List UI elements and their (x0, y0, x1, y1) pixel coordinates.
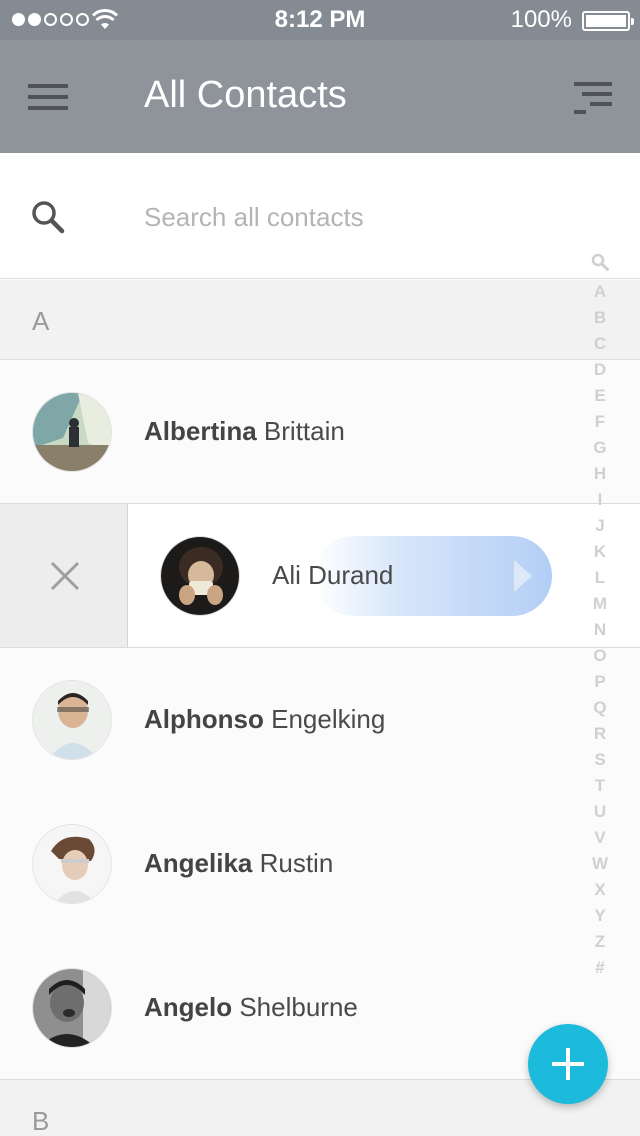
index-letter[interactable]: M (588, 591, 612, 617)
index-letter[interactable]: Y (588, 903, 612, 929)
section-letter: A (32, 306, 50, 336)
index-search-icon[interactable] (588, 253, 612, 279)
search-icon (32, 201, 65, 234)
navigation-bar: All Contacts (0, 40, 640, 153)
delete-contact-button[interactable] (0, 504, 128, 647)
index-letter[interactable]: H (588, 461, 612, 487)
contact-row-angelika-rustin[interactable]: Angelika Rustin (0, 792, 640, 936)
page-title: All Contacts (144, 74, 347, 116)
avatar (160, 536, 240, 616)
index-letter[interactable]: U (588, 799, 612, 825)
contacts-screen: 8:12 PM 100% All Contacts A (0, 0, 640, 1136)
index-letter[interactable]: J (588, 513, 612, 539)
section-letter: B (32, 1106, 50, 1136)
index-letter[interactable]: N (588, 617, 612, 643)
close-icon (50, 561, 80, 591)
index-letter[interactable]: W (588, 851, 612, 877)
section-header-a: A (0, 280, 640, 360)
avatar (32, 824, 112, 904)
index-letter[interactable]: L (588, 565, 612, 591)
contact-name: Angelo Shelburne (144, 992, 358, 1022)
contact-name: Angelika Rustin (144, 848, 334, 878)
index-letter[interactable]: O (588, 643, 612, 669)
contact-name: Albertina Brittain (144, 416, 345, 446)
alphabet-index[interactable]: A B C D E F G H I J K L M N O P Q R S T U V W X Y Z # (588, 250, 612, 981)
index-letter[interactable]: B (588, 305, 612, 331)
contact-row-albertina-brittain[interactable]: Albertina Brittain (0, 360, 640, 504)
index-letter[interactable]: # (588, 955, 612, 981)
hamburger-menu-icon[interactable] (28, 84, 68, 112)
index-letter[interactable]: G (588, 435, 612, 461)
index-letter[interactable]: E (588, 383, 612, 409)
search-input[interactable] (144, 193, 564, 241)
index-letter[interactable]: T (588, 773, 612, 799)
index-letter[interactable]: P (588, 669, 612, 695)
avatar (32, 392, 112, 472)
contact-name: Alphonso Engelking (144, 704, 386, 734)
index-letter[interactable]: F (588, 409, 612, 435)
status-bar: 8:12 PM 100% (0, 0, 640, 40)
avatar (32, 968, 112, 1048)
avatar (32, 680, 112, 760)
index-letter[interactable]: Q (588, 695, 612, 721)
index-letter[interactable]: K (588, 539, 612, 565)
chevron-right-icon (514, 560, 532, 592)
index-letters: A B C D E F G H I J K L M N O P Q R S T U V W X Y Z # (588, 279, 612, 981)
contact-row-ali-durand-swiped[interactable]: Ali Durand (0, 504, 640, 648)
index-letter[interactable]: S (588, 747, 612, 773)
index-letter[interactable]: C (588, 331, 612, 357)
contact-row-alphonso-engelking[interactable]: Alphonso Engelking (0, 648, 640, 792)
sort-icon[interactable] (572, 82, 612, 114)
index-letter[interactable]: A (588, 279, 612, 305)
battery-percentage: 100% (510, 6, 572, 33)
index-letter[interactable]: Z (588, 929, 612, 955)
plus-icon (552, 1048, 584, 1080)
index-letter[interactable]: I (588, 487, 612, 513)
index-letter[interactable]: R (588, 721, 612, 747)
add-contact-button[interactable] (528, 1024, 608, 1104)
contact-name: Ali Durand (272, 560, 394, 590)
index-letter[interactable]: V (588, 825, 612, 851)
index-letter[interactable]: D (588, 357, 612, 383)
search-bar (0, 153, 640, 279)
swiped-contact-content[interactable]: Ali Durand (128, 504, 640, 647)
battery-icon (582, 11, 634, 31)
index-letter[interactable]: X (588, 877, 612, 903)
